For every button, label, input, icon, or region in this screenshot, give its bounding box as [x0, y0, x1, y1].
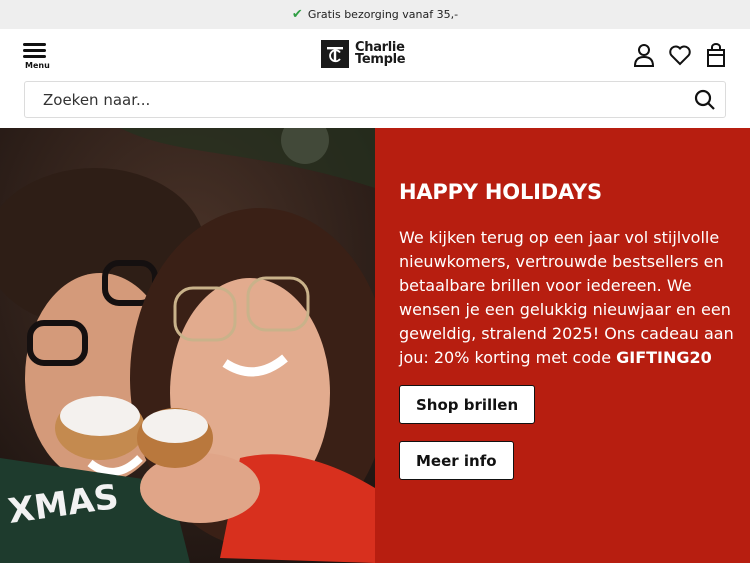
promo-text: Gratis bezorging vanaf 35,-	[307, 8, 459, 21]
hamburger-icon	[23, 43, 46, 46]
search-input[interactable]	[25, 82, 685, 117]
header-icons	[632, 43, 728, 67]
more-info-button[interactable]: Meer info	[399, 441, 514, 480]
logo-link[interactable]: Charlie Temple	[321, 39, 406, 69]
header: Menu Charlie Temple	[0, 29, 750, 81]
shop-glasses-button[interactable]: Shop brillen	[399, 385, 536, 424]
hero-body-text: We kijken terug op een jaar vol stijlvol…	[399, 228, 734, 367]
check-icon: ✔	[291, 7, 303, 22]
hero-title: HAPPY HOLIDAYS	[399, 180, 602, 204]
menu-button[interactable]: Menu	[23, 43, 51, 71]
logo-line-2: Temple	[355, 52, 406, 67]
menu-label: Menu	[25, 61, 50, 70]
hero-body: We kijken terug op een jaar vol stijlvol…	[399, 226, 734, 370]
account-icon[interactable]	[632, 43, 656, 67]
hamburger-icon-bar	[23, 55, 46, 58]
logo-mark-icon	[321, 40, 349, 68]
search-bar	[24, 81, 726, 118]
bag-icon[interactable]	[704, 43, 728, 67]
hero-panel: HAPPY HOLIDAYS We kijken terug op een ja…	[375, 128, 750, 563]
logo-text: Charlie Temple	[355, 41, 406, 67]
hamburger-icon-bar	[23, 49, 46, 52]
hero-photo: XMAS	[0, 128, 375, 563]
heart-icon[interactable]	[668, 43, 692, 67]
promo-bar: ✔ Gratis bezorging vanaf 35,-	[0, 0, 750, 29]
hero-banner: XMAS HAPPY HOLIDAYS We kijken terug op e…	[0, 128, 750, 563]
discount-code: GIFTING20	[616, 348, 712, 367]
search-icon[interactable]	[685, 82, 725, 118]
